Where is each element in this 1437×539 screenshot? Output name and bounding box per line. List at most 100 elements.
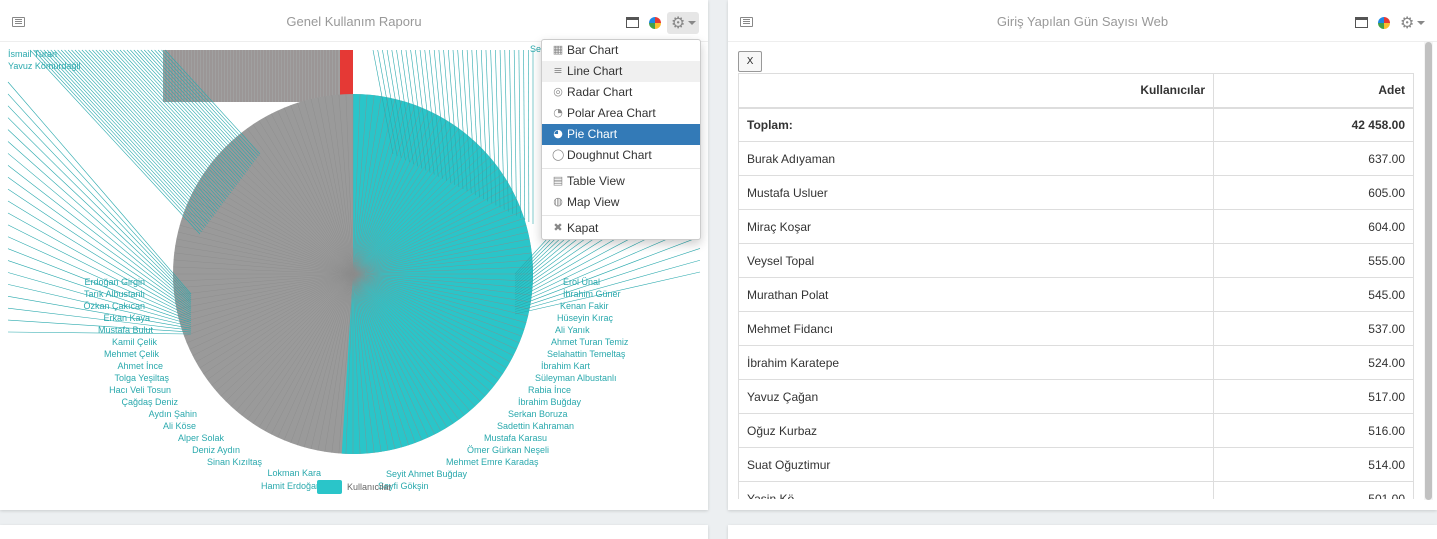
pie-label: Sinan Kızıltaş [207, 457, 263, 467]
pie-label: Mehmet Çelik [104, 349, 160, 359]
pie-label: Ahmet İnce [117, 361, 163, 371]
user-name-cell: Veysel Topal [738, 243, 1214, 278]
pie-label: Seyit Ahmet Buğday [386, 469, 468, 479]
count-cell: 516.00 [1213, 413, 1414, 448]
polar-area-icon: ◔ [553, 106, 563, 119]
total-row: Toplam: 42 458.00 [738, 106, 1414, 142]
pie-label: İbrahim Buğday [518, 397, 582, 407]
window-icon[interactable] [626, 17, 639, 28]
pie-label: Kenan Fakir [560, 301, 609, 311]
leader-line [518, 49, 521, 218]
pie-label: Mustafa Karasu [484, 433, 547, 443]
table-row[interactable]: Yavuz Çağan 517.00 [738, 379, 1414, 414]
user-name-cell: Oğuz Kurbaz [738, 413, 1214, 448]
table-row[interactable]: Murathan Polat 545.00 [738, 277, 1414, 312]
dropdown-item-bar-chart[interactable]: ▦ Bar Chart [542, 40, 700, 61]
color-wheel-icon[interactable] [1378, 17, 1390, 29]
table-row[interactable]: Veysel Topal 555.00 [738, 243, 1414, 278]
count-cell: 555.00 [1213, 243, 1414, 278]
pie-label: Ali Yanık [555, 325, 590, 335]
pie-label: Ahmet Turan Temiz [551, 337, 629, 347]
count-cell: 514.00 [1213, 447, 1414, 482]
leader-line [7, 129, 192, 302]
dropdown-item-pie-chart[interactable]: ◕ Pie Chart [542, 124, 700, 145]
pie-label: Hüseyin Kıraç [557, 313, 614, 323]
leader-line [527, 49, 530, 222]
column-header-users[interactable]: Kullanıcılar [738, 73, 1214, 108]
count-cell: 517.00 [1213, 379, 1414, 414]
dropdown-item-label: Kapat [567, 221, 599, 235]
excel-export-button[interactable]: X [738, 51, 762, 72]
pie-label: Tolga Yeşiltaş [114, 373, 169, 383]
users-table-container: Kullanıcılar Adet Toplam: 42 458.00 Bura… [738, 73, 1415, 499]
line-chart-icon: ≡ [553, 64, 563, 77]
pie-label: Özkan Çakıcan [83, 301, 145, 311]
left-panel-header: Genel Kullanım Raporu ⚙ [0, 0, 708, 42]
gear-icon: ⚙ [671, 13, 686, 32]
table-scrollbar[interactable] [1424, 42, 1433, 500]
dropdown-item-radar-chart[interactable]: ◎ Radar Chart [542, 82, 700, 103]
pie-label: Hamit Erdoğan [261, 481, 321, 491]
dropdown-item-polar-area[interactable]: ◔ Polar Area Chart [542, 103, 700, 124]
settings-dropdown-toggle[interactable]: ⚙ [667, 12, 699, 34]
gear-icon: ⚙ [1400, 13, 1415, 32]
table-row[interactable]: Miraç Koşar 604.00 [738, 209, 1414, 244]
leader-line [7, 212, 192, 316]
table-view-icon: ▤ [552, 174, 564, 187]
left-panel-title: Genel Kullanım Raporu [286, 14, 422, 29]
pie-chart-icon: ◕ [553, 127, 563, 140]
pie-label: Çağdaş Deniz [121, 397, 178, 407]
column-header-count[interactable]: Adet [1213, 73, 1414, 108]
total-label: Toplam: [738, 106, 1214, 142]
dropdown-item-map-view[interactable]: ◍ Map View [542, 192, 700, 213]
pie-label: Kamil Çelik [112, 337, 158, 347]
pie-label: Selahattin Temeltaş [547, 349, 626, 359]
pie-label: Sadettin Kahraman [497, 421, 574, 431]
pie-label: Erol Ünal [563, 277, 600, 287]
dropdown-item-label: Polar Area Chart [567, 106, 656, 120]
count-cell: 637.00 [1213, 141, 1414, 176]
count-cell: 605.00 [1213, 175, 1414, 210]
user-name-cell: Mustafa Usluer [738, 175, 1214, 210]
count-cell: 604.00 [1213, 209, 1414, 244]
total-value: 42 458.00 [1213, 106, 1414, 142]
dropdown-item-table-view[interactable]: ▤ Table View [542, 171, 700, 192]
pie-label: Erkan Kaya [103, 313, 150, 323]
users-table: Kullanıcılar Adet Toplam: 42 458.00 Bura… [738, 73, 1414, 499]
legend-label: Kullanıcılar [347, 482, 392, 492]
pie-label: İbrahim Güner [563, 289, 621, 299]
excel-icon: X [746, 56, 754, 67]
pie-label: İbrahim Kart [541, 361, 591, 371]
close-icon: ✖ [553, 221, 563, 234]
count-cell: 524.00 [1213, 345, 1414, 380]
legend-swatch [317, 480, 342, 494]
table-row[interactable]: İbrahim Karatepe 524.00 [738, 345, 1414, 380]
table-row[interactable]: Oğuz Kurbaz 516.00 [738, 413, 1414, 448]
user-name-cell: Murathan Polat [738, 277, 1214, 312]
radar-chart-icon: ◎ [553, 85, 563, 98]
chart-type-dropdown: ▦ Bar Chart ≡ Line Chart ◎ Radar Chart ◔ Polar … [541, 39, 701, 240]
color-wheel-icon[interactable] [649, 17, 661, 29]
leader-line [7, 117, 192, 300]
left-panel: Genel Kullanım Raporu ⚙ İsmail Turan Yavu… [0, 0, 708, 510]
pie-label: Süleyman Albustanlı [535, 373, 617, 383]
pie-label: Deniz Aydın [192, 445, 240, 455]
dropdown-item-line-chart[interactable]: ≡ Line Chart [542, 61, 700, 82]
dropdown-divider [542, 168, 700, 169]
dropdown-item-close[interactable]: ✖ Kapat [542, 218, 700, 239]
window-icon[interactable] [1355, 17, 1368, 28]
table-row[interactable]: Yasin Kö... 501.00 [738, 481, 1414, 499]
table-row[interactable]: Suat Oğuztimur 514.00 [738, 447, 1414, 482]
count-cell: 545.00 [1213, 277, 1414, 312]
table-row[interactable]: Mustafa Usluer 605.00 [738, 175, 1414, 210]
table-row[interactable]: Mehmet Fidancı 537.00 [738, 311, 1414, 346]
pie-label: Ömer Gürkan Neşeli [467, 445, 549, 455]
pie-label: Ali Köse [163, 421, 196, 431]
settings-dropdown-toggle[interactable]: ⚙ [1396, 12, 1428, 34]
scrollbar-thumb[interactable] [1425, 42, 1432, 500]
user-name-cell: Miraç Koşar [738, 209, 1214, 244]
dropdown-item-doughnut-chart[interactable]: ◯ Doughnut Chart [542, 145, 700, 166]
map-view-icon: ◍ [553, 195, 563, 208]
table-header-row: Kullanıcılar Adet [738, 73, 1414, 108]
table-row[interactable]: Burak Adıyaman 637.00 [738, 141, 1414, 176]
